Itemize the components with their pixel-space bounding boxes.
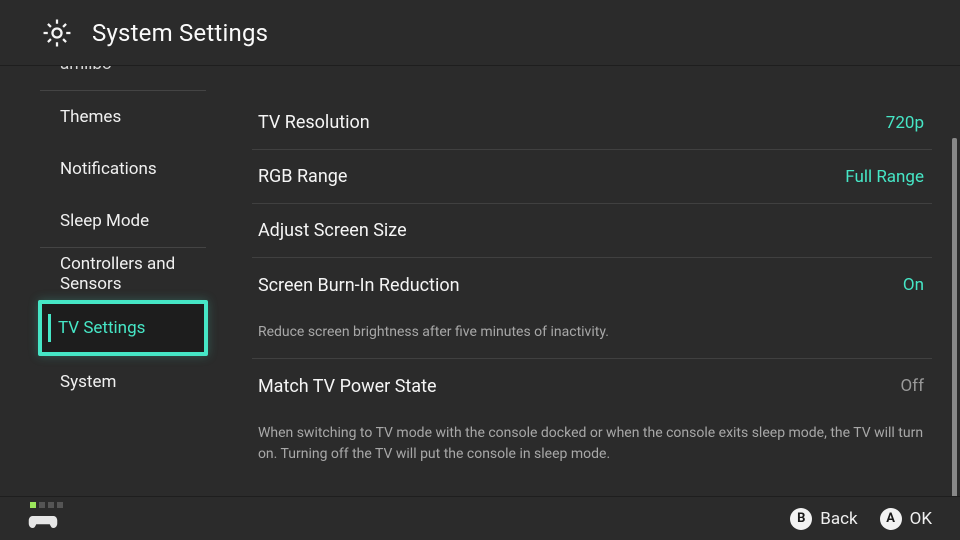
row-value: Off [900,376,924,396]
a-button-icon: A [880,508,902,530]
row-label: Match TV Power State [258,376,437,397]
scrollbar-thumb[interactable] [952,138,957,496]
sidebar-item-notifications[interactable]: Notifications [40,143,206,195]
hint-label: OK [910,509,932,529]
page-title: System Settings [92,19,268,47]
row-rgb-range[interactable]: RGB Range Full Range [252,150,932,204]
row-label: RGB Range [258,166,348,187]
row-adjust-screen-size[interactable]: Adjust Screen Size [252,204,932,258]
controller-icon [28,512,58,536]
hint-ok[interactable]: A OK [880,508,932,530]
row-tv-resolution[interactable]: TV Resolution 720p [252,96,932,150]
row-label: Adjust Screen Size [258,220,407,241]
header: System Settings [0,0,960,66]
controller-status [28,502,63,536]
row-value: On [903,275,924,295]
footer: B Back A OK [0,496,960,540]
row-label: TV Resolution [258,112,370,133]
row-screen-burn-in[interactable]: Screen Burn-In Reduction On [252,258,932,312]
battery-indicator [30,502,63,508]
row-match-tv-power-state[interactable]: Match TV Power State Off [252,359,932,413]
sidebar-item-system[interactable]: System [40,356,206,408]
sidebar-item-controllers-and-sensors[interactable]: Controllers and Sensors [40,248,206,300]
gear-icon [40,16,74,50]
sidebar-item-amiibo[interactable]: amiibo [40,66,206,90]
sidebar-item-sleep-mode[interactable]: Sleep Mode [40,195,206,247]
hint-back[interactable]: B Back [790,508,857,530]
row-description: Reduce screen brightness after five minu… [252,312,932,359]
row-value: 720p [886,113,924,133]
hint-label: Back [820,509,857,529]
b-button-icon: B [790,508,812,530]
row-description: When switching to TV mode with the conso… [252,413,932,480]
row-label: Screen Burn-In Reduction [258,275,460,296]
row-value: Full Range [845,167,924,187]
sidebar-item-themes[interactable]: Themes [40,91,206,143]
sidebar-item-tv-settings[interactable]: TV Settings [38,300,208,356]
sidebar: amiibo Themes Notifications Sleep Mode C… [0,66,224,496]
settings-panel: TV Resolution 720p RGB Range Full Range … [224,66,960,496]
